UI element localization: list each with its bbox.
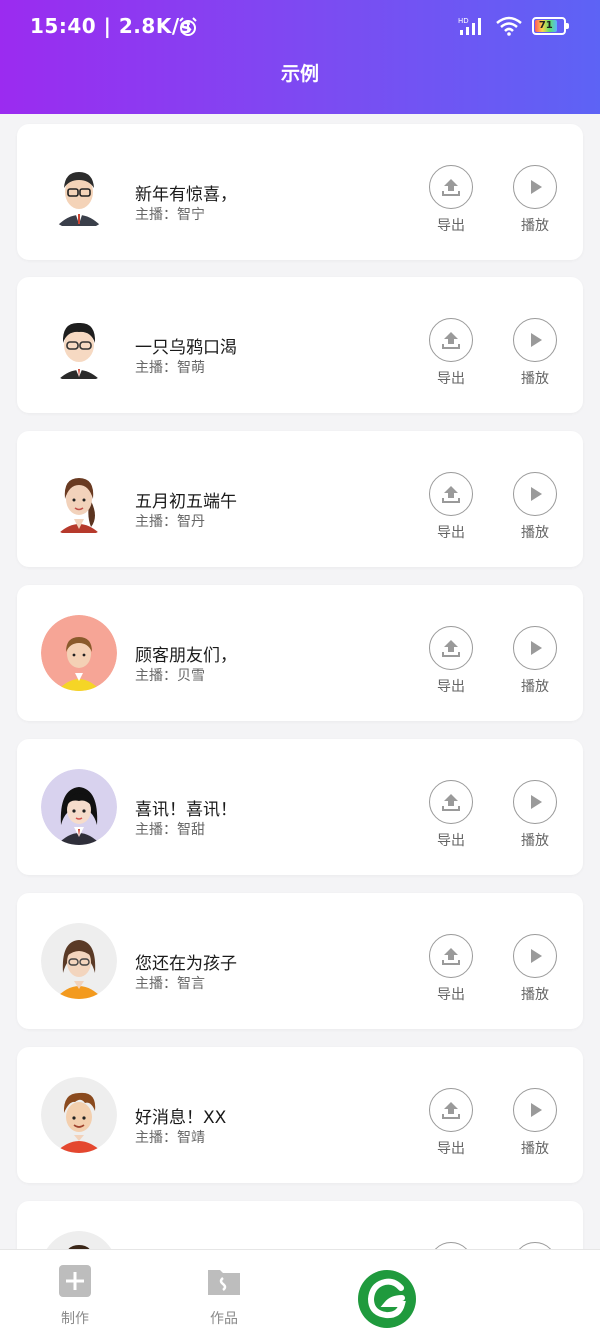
add-icon [59, 1265, 91, 1297]
play-button[interactable]: 播放 [511, 1088, 559, 1158]
item-title: 好消息！XX [135, 1108, 227, 1128]
export-button[interactable]: 导出 [427, 318, 475, 388]
export-label: 导出 [437, 218, 465, 234]
list-item[interactable]: 您还在为孩子 主播：智言 导出 播放 [17, 893, 583, 1029]
export-label: 导出 [437, 833, 465, 849]
battery-level: 71 [535, 20, 557, 32]
item-anchor: 主播：智宁 [135, 207, 205, 223]
item-title: 您还在为孩子 [135, 954, 237, 974]
battery-icon: 71 [532, 17, 569, 35]
status-time: 15:40 | 2.8K/s [30, 14, 193, 38]
play-label: 播放 [521, 218, 549, 234]
play-label: 播放 [521, 371, 549, 387]
export-icon [429, 780, 473, 824]
play-icon [513, 934, 557, 978]
play-icon [513, 472, 557, 516]
alarm-icon [179, 17, 197, 36]
item-anchor: 主播：智萌 [135, 360, 205, 376]
wifi-icon [496, 16, 522, 36]
list-item[interactable]: 好消息！XX 主播：智靖 导出 播放 [17, 1047, 583, 1183]
export-icon [429, 318, 473, 362]
export-button[interactable]: 导出 [427, 934, 475, 1004]
play-label: 播放 [521, 833, 549, 849]
item-title: 五月初五端午 [135, 492, 237, 512]
play-icon [513, 626, 557, 670]
avatar [41, 769, 117, 845]
list-item[interactable]: 顾客朋友们， 主播：贝雪 导出 播放 [17, 585, 583, 721]
export-button[interactable]: 导出 [427, 472, 475, 542]
item-anchor: 主播：贝雪 [135, 668, 205, 684]
play-label: 播放 [521, 1141, 549, 1157]
tab-works-label: 作品 [210, 1311, 238, 1327]
avatar [41, 461, 117, 537]
tab-make-label: 制作 [61, 1311, 89, 1327]
avatar [41, 307, 117, 383]
item-anchor: 主播：智丹 [135, 514, 205, 530]
export-button[interactable]: 导出 [427, 1088, 475, 1158]
sample-list[interactable]: 新年有惊喜， 主播：智宁 导出 播放 一只乌鸦口渴 主播：智萌 导出 播放 五月… [0, 114, 600, 1249]
play-button[interactable]: 播放 [511, 626, 559, 696]
export-icon [429, 1088, 473, 1132]
list-item[interactable]: 一只乌鸦口渴 主播：智萌 导出 播放 [17, 277, 583, 413]
app-header: 15:40 | 2.8K/s HD 71 示例 [0, 0, 600, 114]
export-icon [429, 934, 473, 978]
export-button[interactable]: 导出 [427, 165, 475, 235]
avatar [41, 923, 117, 999]
export-icon [429, 626, 473, 670]
export-button[interactable] [427, 1242, 475, 1249]
export-button[interactable]: 导出 [427, 626, 475, 696]
avatar [41, 1231, 117, 1249]
signal-icon: HD [458, 17, 481, 35]
play-icon [513, 165, 557, 209]
play-button[interactable]: 播放 [511, 318, 559, 388]
status-icons: HD 71 [458, 15, 569, 37]
brand-logo [358, 1270, 416, 1328]
play-icon [513, 1088, 557, 1132]
play-icon [513, 318, 557, 362]
list-item[interactable] [17, 1201, 583, 1249]
play-button[interactable] [511, 1242, 559, 1249]
tab-make[interactable]: 制作 [35, 1264, 115, 1328]
item-anchor: 主播：智甜 [135, 822, 205, 838]
export-icon [429, 1242, 473, 1249]
play-button[interactable]: 播放 [511, 165, 559, 235]
play-icon [513, 1242, 557, 1249]
export-label: 导出 [437, 371, 465, 387]
item-title: 顾客朋友们， [135, 646, 237, 666]
play-button[interactable]: 播放 [511, 472, 559, 542]
play-label: 播放 [521, 525, 549, 541]
export-label: 导出 [437, 1141, 465, 1157]
page-title: 示例 [280, 63, 319, 85]
list-item[interactable]: 五月初五端午 主播：智丹 导出 播放 [17, 431, 583, 567]
export-label: 导出 [437, 987, 465, 1003]
avatar [41, 1077, 117, 1153]
item-anchor: 主播：智言 [135, 976, 205, 992]
item-title: 一只乌鸦口渴 [135, 338, 237, 358]
list-item[interactable]: 喜讯！喜讯！ 主播：智甜 导出 播放 [17, 739, 583, 875]
play-label: 播放 [521, 987, 549, 1003]
svg-text:HD: HD [458, 17, 469, 25]
avatar [41, 615, 117, 691]
export-label: 导出 [437, 525, 465, 541]
play-button[interactable]: 播放 [511, 780, 559, 850]
export-icon [429, 165, 473, 209]
play-label: 播放 [521, 679, 549, 695]
export-button[interactable]: 导出 [427, 780, 475, 850]
avatar [41, 154, 117, 230]
play-button[interactable]: 播放 [511, 934, 559, 1004]
tab-works[interactable]: 作品 [184, 1264, 264, 1328]
export-label: 导出 [437, 679, 465, 695]
export-icon [429, 472, 473, 516]
play-icon [513, 780, 557, 824]
list-item[interactable]: 新年有惊喜， 主播：智宁 导出 播放 [17, 124, 583, 260]
item-title: 新年有惊喜， [135, 185, 237, 205]
folder-icon [208, 1270, 240, 1295]
bottom-tab-bar: 制作 作品 [0, 1249, 600, 1337]
item-title: 喜讯！喜讯！ [135, 800, 237, 820]
item-anchor: 主播：智靖 [135, 1130, 205, 1146]
